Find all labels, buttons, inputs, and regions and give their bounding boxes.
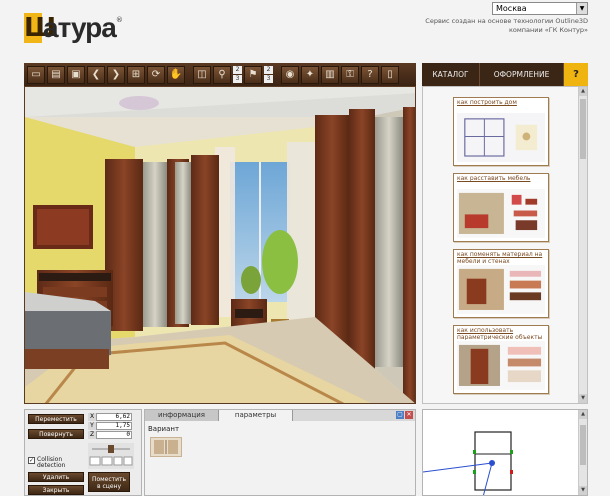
credit-line-2: компании «ГК Контур»	[508, 26, 588, 34]
x-input[interactable]: 6,62	[96, 413, 132, 421]
place-in-scene-button[interactable]: Поместить в сцену	[88, 472, 130, 492]
nudge-controls[interactable]	[88, 443, 134, 469]
minimap-drawing	[423, 431, 513, 495]
render-icon[interactable]: ✦	[301, 65, 319, 84]
room-render	[25, 87, 415, 403]
walk-icon[interactable]: ⚑	[244, 65, 262, 84]
credit-line-1: Сервис создан на основе технологии Outli…	[425, 17, 588, 25]
card-image-floorplan	[457, 113, 545, 162]
y-input[interactable]: 1,75	[96, 422, 132, 430]
scroll-up-icon[interactable]: ▲	[579, 87, 587, 96]
catalog-card[interactable]: как построить дом	[453, 97, 549, 166]
shatura-logo[interactable]: Ш атура ®	[24, 10, 123, 46]
info-icon[interactable]: ▯	[381, 65, 399, 84]
tab-catalog[interactable]: КАТАЛОГ	[422, 63, 480, 86]
catalog-scrollbar[interactable]: ▲ ▼	[578, 87, 587, 403]
variant-label: Вариант	[148, 425, 180, 433]
minimap-scrollbar[interactable]: ▲ ▼	[578, 410, 587, 495]
close-icon[interactable]: ✕	[405, 411, 413, 419]
app-root: Ш атура ® Москва ▼ Сервис создан на осно…	[0, 0, 610, 496]
params-tabs: информация параметры	[145, 410, 415, 421]
select-area-icon[interactable]: ⊞	[127, 65, 145, 84]
floor-plan-minimap[interactable]: ▲ ▼	[422, 409, 588, 496]
params-panel: информация параметры ▢ ✕ Вариант	[144, 409, 416, 496]
card-title[interactable]: как поменять материал на мебели и стенах	[454, 250, 548, 264]
collision-label-2: detection	[37, 462, 66, 469]
hand-icon[interactable]: ✋	[167, 65, 185, 84]
place-label-2: в сцену	[97, 483, 121, 490]
tab-info[interactable]: информация	[145, 410, 219, 421]
floor-selector[interactable]: 2 3	[233, 65, 242, 84]
card-image-materials	[457, 265, 545, 314]
measure-icon[interactable]: ◫	[193, 65, 211, 84]
city-value: Москва	[496, 4, 527, 13]
collision-label: Collision detection	[37, 457, 65, 469]
variant-option[interactable]	[150, 437, 182, 457]
help-icon[interactable]: ?	[361, 65, 379, 84]
tab-design[interactable]: ОФОРМЛЕНИЕ	[480, 63, 564, 86]
x-coordinate: X 6,62	[88, 413, 132, 421]
undo-icon[interactable]: ❮	[87, 65, 105, 84]
collision-checkbox[interactable]: ✓	[28, 457, 35, 464]
z-coordinate: Z 0	[88, 431, 132, 439]
catalog-panel: как построить дом как расставить мебель	[422, 86, 588, 404]
view-3d-icon[interactable]: 3	[264, 74, 273, 83]
logo-mark: Ш	[24, 13, 57, 43]
floor-bottom[interactable]: 3	[233, 74, 242, 83]
variant-thumbnail	[154, 440, 178, 454]
minimap-scroll-up-icon[interactable]: ▲	[579, 410, 587, 419]
close-button[interactable]: Закрыть	[28, 485, 84, 495]
main-toolbar: ▭ ▤ ▣ ❮ ❯ ⊞ ⟳ ✋ ◫ ⚲ 2 3 ⚑ 2 3 ◉ ✦ ▥ ⚿ ? …	[24, 63, 416, 86]
print-icon[interactable]: ▥	[321, 65, 339, 84]
minimap-scroll-down-icon[interactable]: ▼	[579, 486, 587, 495]
lock-icon[interactable]: ⚿	[341, 65, 359, 84]
y-label: Y	[88, 422, 96, 430]
toolbar-separator	[275, 66, 279, 84]
minimap-scroll-thumb[interactable]	[580, 425, 586, 465]
panel-window-controls: ▢ ✕	[396, 411, 413, 419]
zoom-icon[interactable]: ⚲	[213, 65, 231, 84]
tab-help[interactable]: ?	[564, 63, 588, 86]
save-icon[interactable]: ▣	[67, 65, 85, 84]
card-title[interactable]: как построить дом	[454, 98, 548, 112]
floor-top[interactable]: 2	[233, 65, 242, 74]
camera-icon[interactable]: ◉	[281, 65, 299, 84]
logo-registered-mark: ®	[115, 16, 123, 24]
scroll-thumb[interactable]	[580, 99, 586, 159]
catalog-card[interactable]: как расставить мебель	[453, 173, 549, 242]
open-icon[interactable]: ▤	[47, 65, 65, 84]
catalog-card[interactable]: как поменять материал на мебели и стенах	[453, 249, 549, 318]
toolbar-separator	[187, 66, 191, 84]
y-coordinate: Y 1,75	[88, 422, 132, 430]
collision-detection[interactable]: ✓ Collision detection	[28, 457, 65, 469]
z-label: Z	[88, 431, 96, 439]
view-selector[interactable]: 2 3	[264, 65, 273, 84]
logo-text: атура	[43, 12, 117, 43]
technology-credit: Сервис создан на основе технологии Outli…	[398, 17, 588, 35]
catalog-card[interactable]: как использовать параметрические объекты	[453, 325, 549, 394]
view-2d-icon[interactable]: 2	[264, 65, 273, 74]
rotate-button[interactable]: Повернуть	[28, 429, 84, 439]
place-label-1: Поместить	[91, 476, 127, 483]
3d-viewport[interactable]	[24, 86, 416, 404]
card-image-furniture	[457, 189, 545, 238]
city-select[interactable]: Москва ▼	[492, 2, 588, 15]
object-controls: Переместить Повернуть X 6,62 Y 1,75 Z 0 …	[24, 409, 142, 496]
right-tabs: КАТАЛОГ ОФОРМЛЕНИЕ ?	[422, 63, 588, 86]
card-title[interactable]: как использовать параметрические объекты	[454, 326, 548, 340]
x-label: X	[88, 413, 96, 421]
scroll-down-icon[interactable]: ▼	[579, 394, 587, 403]
new-icon[interactable]: ▭	[27, 65, 45, 84]
card-title[interactable]: как расставить мебель	[454, 174, 548, 188]
move-button[interactable]: Переместить	[28, 414, 84, 424]
delete-button[interactable]: Удалить	[28, 472, 84, 482]
camera-rotate-icon[interactable]: ⟳	[147, 65, 165, 84]
chevron-down-icon[interactable]: ▼	[576, 3, 587, 14]
redo-icon[interactable]: ❯	[107, 65, 125, 84]
tab-params[interactable]: параметры	[219, 410, 293, 421]
card-image-parametric	[457, 341, 545, 390]
maximize-icon[interactable]: ▢	[396, 411, 404, 419]
z-input[interactable]: 0	[96, 431, 132, 439]
